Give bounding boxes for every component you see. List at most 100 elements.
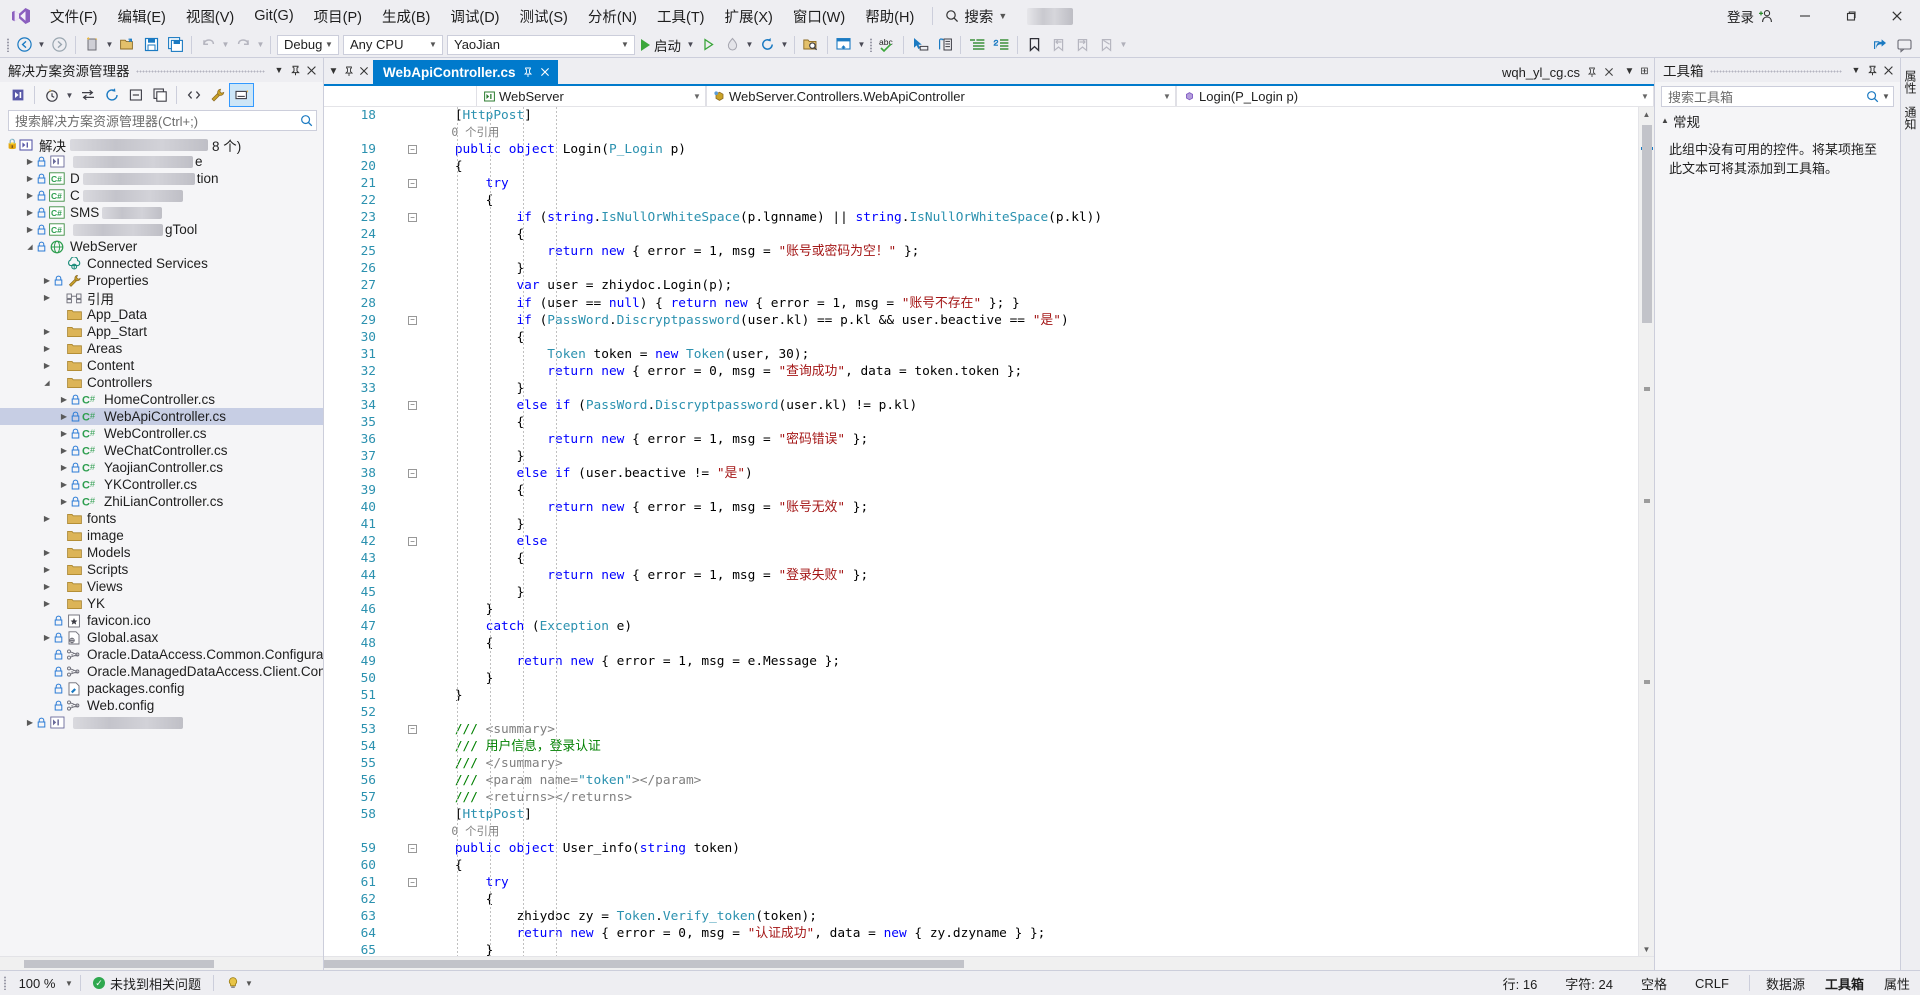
select-element-icon[interactable] [909, 34, 931, 56]
bottom-tool-window-tabs[interactable]: 数据源 工具箱 属性 [1756, 971, 1920, 995]
chevron-right-icon[interactable]: ▶ [40, 327, 54, 336]
solution-explorer-hscrollbar[interactable] [0, 956, 323, 970]
panel-menu-icon[interactable]: ▼ [1848, 60, 1864, 80]
menu-item-project[interactable]: 项目(P) [304, 1, 372, 32]
solution-tree[interactable]: 🔒 解决 8 个) ▶ e ▶ C# Dtion ▶ C# C ▶ C# SMS ▶ C# gTool ◢ W… [0, 134, 323, 956]
tree-item-[interactable]: ▶ 引用 [0, 289, 323, 307]
new-window-dropdown[interactable]: ▼ [856, 34, 867, 56]
chevron-down-icon[interactable]: ◢ [23, 243, 37, 251]
editor-navigation-bar[interactable]: WebServer ▼ WebServer.Controllers.WebApi… [324, 86, 1654, 107]
close-icon[interactable] [540, 67, 550, 77]
properties-wrench-icon[interactable] [206, 84, 229, 106]
tree-item-models[interactable]: ▶ Models [0, 544, 323, 561]
preview-selected-items-icon[interactable] [229, 83, 254, 107]
tree-item-web-config[interactable]: <> Web.config [0, 697, 323, 714]
outlining-margin[interactable]: − − − − − − − − − − [402, 107, 424, 956]
save-icon[interactable] [140, 34, 162, 56]
tree-item-yaojiancontroller-cs[interactable]: ▶ C # YaojianController.cs [0, 459, 323, 476]
outlining-collapse-icon[interactable]: − [408, 724, 417, 734]
chevron-right-icon[interactable]: ▶ [40, 582, 54, 591]
chevron-right-icon[interactable]: ▶ [23, 225, 37, 234]
tab-pin-icon[interactable] [341, 60, 356, 82]
chevron-right-icon[interactable]: ▶ [23, 191, 37, 200]
editor-horizontal-scrollbar[interactable] [324, 956, 1654, 970]
tree-item-content[interactable]: ▶ Content [0, 357, 323, 374]
tab-wqh-yl-cg[interactable]: wqh_yl_cg.cs [1493, 60, 1620, 84]
tab-close-icon[interactable] [356, 60, 371, 82]
close-icon[interactable] [1604, 67, 1614, 77]
global-search[interactable]: 搜索 ▼ [941, 4, 1011, 29]
vertical-tab-notifications[interactable]: 通知 [1900, 100, 1920, 136]
menu-bar[interactable]: 文件(F) 编辑(E) 视图(V) Git(G) 项目(P) 生成(B) 调试(… [40, 1, 924, 32]
collapse-all-icon[interactable] [124, 84, 147, 106]
chevron-down-icon[interactable]: ▼ [426, 40, 440, 49]
restart-icon[interactable] [756, 34, 778, 56]
start-debug-dropdown[interactable]: ▼ [685, 34, 696, 56]
tree-item-yk[interactable]: ▶ YK [0, 595, 323, 612]
tree-item-zhiliancontroller-cs[interactable]: ▶ C # ZhiLianController.cs [0, 493, 323, 510]
toolbox-search-input[interactable]: 搜索工具箱 ▼ [1661, 86, 1894, 107]
tree-item-connected-services[interactable]: Connected Services [0, 255, 323, 272]
bottom-tab-properties[interactable]: 属性 [1874, 974, 1920, 993]
pin-icon[interactable] [1587, 67, 1597, 78]
chevron-right-icon[interactable]: ▶ [57, 463, 71, 472]
pending-changes-dropdown[interactable]: ▼ [64, 84, 75, 106]
tree-item-oracle-dataaccess-common-configuration[interactable]: <> Oracle.DataAccess.Common.Configuration [0, 646, 323, 663]
tree-item-webapicontroller-cs[interactable]: ▶ C # WebApiController.cs [0, 408, 323, 425]
panel-close-icon[interactable] [303, 60, 319, 80]
chevron-right-icon[interactable]: ▶ [57, 395, 71, 404]
outlining-collapse-icon[interactable]: − [408, 179, 417, 189]
chevron-down-icon[interactable]: ◢ [40, 379, 54, 387]
panel-pin-icon[interactable] [1864, 60, 1880, 80]
chevron-right-icon[interactable]: ▶ [57, 497, 71, 506]
chevron-right-icon[interactable]: ▶ [40, 565, 54, 574]
nav-type-combo[interactable]: WebServer.Controllers.WebApiController ▼ [706, 86, 1176, 106]
scrollbar-thumb[interactable] [24, 960, 214, 968]
outlining-collapse-icon[interactable]: − [408, 844, 417, 854]
panel-menu-icon[interactable]: ▼ [271, 60, 287, 80]
menu-item-analyze[interactable]: 分析(N) [578, 1, 647, 32]
chevron-right-icon[interactable]: ▶ [57, 446, 71, 455]
undo-icon[interactable] [197, 34, 219, 56]
start-debug-button[interactable]: 启动 [637, 35, 685, 55]
bottom-tab-data-sources[interactable]: 数据源 [1756, 974, 1815, 993]
tree-item-controllers[interactable]: ◢ Controllers [0, 374, 323, 391]
toolbar-grip[interactable] [4, 36, 12, 54]
uncomment-icon[interactable] [990, 34, 1012, 56]
tree-item-app-start[interactable]: ▶ App_Start [0, 323, 323, 340]
sign-in-button[interactable]: 登录 [1719, 2, 1782, 30]
outlining-collapse-icon[interactable]: − [408, 537, 417, 547]
chevron-down-icon[interactable]: ▼ [691, 92, 703, 101]
pin-icon[interactable] [523, 67, 533, 78]
redo-icon[interactable] [232, 34, 254, 56]
chevron-right-icon[interactable]: ▶ [23, 718, 37, 727]
bottom-tab-toolbox[interactable]: 工具箱 [1815, 974, 1874, 993]
maximize-button[interactable] [1828, 0, 1874, 32]
spell-check-icon[interactable]: abc [876, 34, 898, 56]
sync-with-active-document-icon[interactable] [76, 84, 99, 106]
close-button[interactable] [1874, 0, 1920, 32]
chevron-down-icon[interactable]: ▼ [245, 979, 253, 988]
toolbar-grip-2[interactable] [867, 36, 875, 54]
startup-project-combo[interactable]: YaoJian ▼ [447, 34, 635, 55]
error-list-status[interactable]: ✓ 未找到相关问题 [87, 974, 207, 993]
toolbar-right-tools[interactable] [1868, 32, 1916, 58]
code-editor[interactable]: 18 19 20 21 22 23 24 25 26 27 28 29 30 31 32 33 34 35 36 37… [324, 107, 1654, 956]
tree-item-areas[interactable]: ▶ Areas [0, 340, 323, 357]
refresh-icon[interactable] [100, 84, 123, 106]
chevron-right-icon[interactable]: ▶ [40, 276, 54, 285]
chevron-right-icon[interactable]: ▶ [57, 480, 71, 489]
chevron-right-icon[interactable]: ▶ [23, 208, 37, 217]
menu-item-tools[interactable]: 工具(T) [647, 1, 715, 32]
tree-root-solution[interactable]: 🔒 解决 8 个) [0, 136, 323, 154]
tree-item-image[interactable]: image [0, 527, 323, 544]
tree-item-webcontroller-cs[interactable]: ▶ C # WebController.cs [0, 425, 323, 442]
chevron-right-icon[interactable]: ▶ [23, 174, 37, 183]
menu-item-help[interactable]: 帮助(H) [855, 1, 924, 32]
nav-project-combo[interactable]: WebServer ▼ [476, 86, 706, 106]
tree-item-app-data[interactable]: App_Data [0, 306, 323, 323]
scroll-down-icon[interactable]: ▼ [1639, 942, 1654, 956]
search-icon[interactable] [1863, 90, 1881, 103]
right-tool-window-tabs[interactable]: 属性 通知 [1900, 58, 1920, 970]
solution-platform-combo[interactable]: Any CPU ▼ [343, 34, 443, 55]
